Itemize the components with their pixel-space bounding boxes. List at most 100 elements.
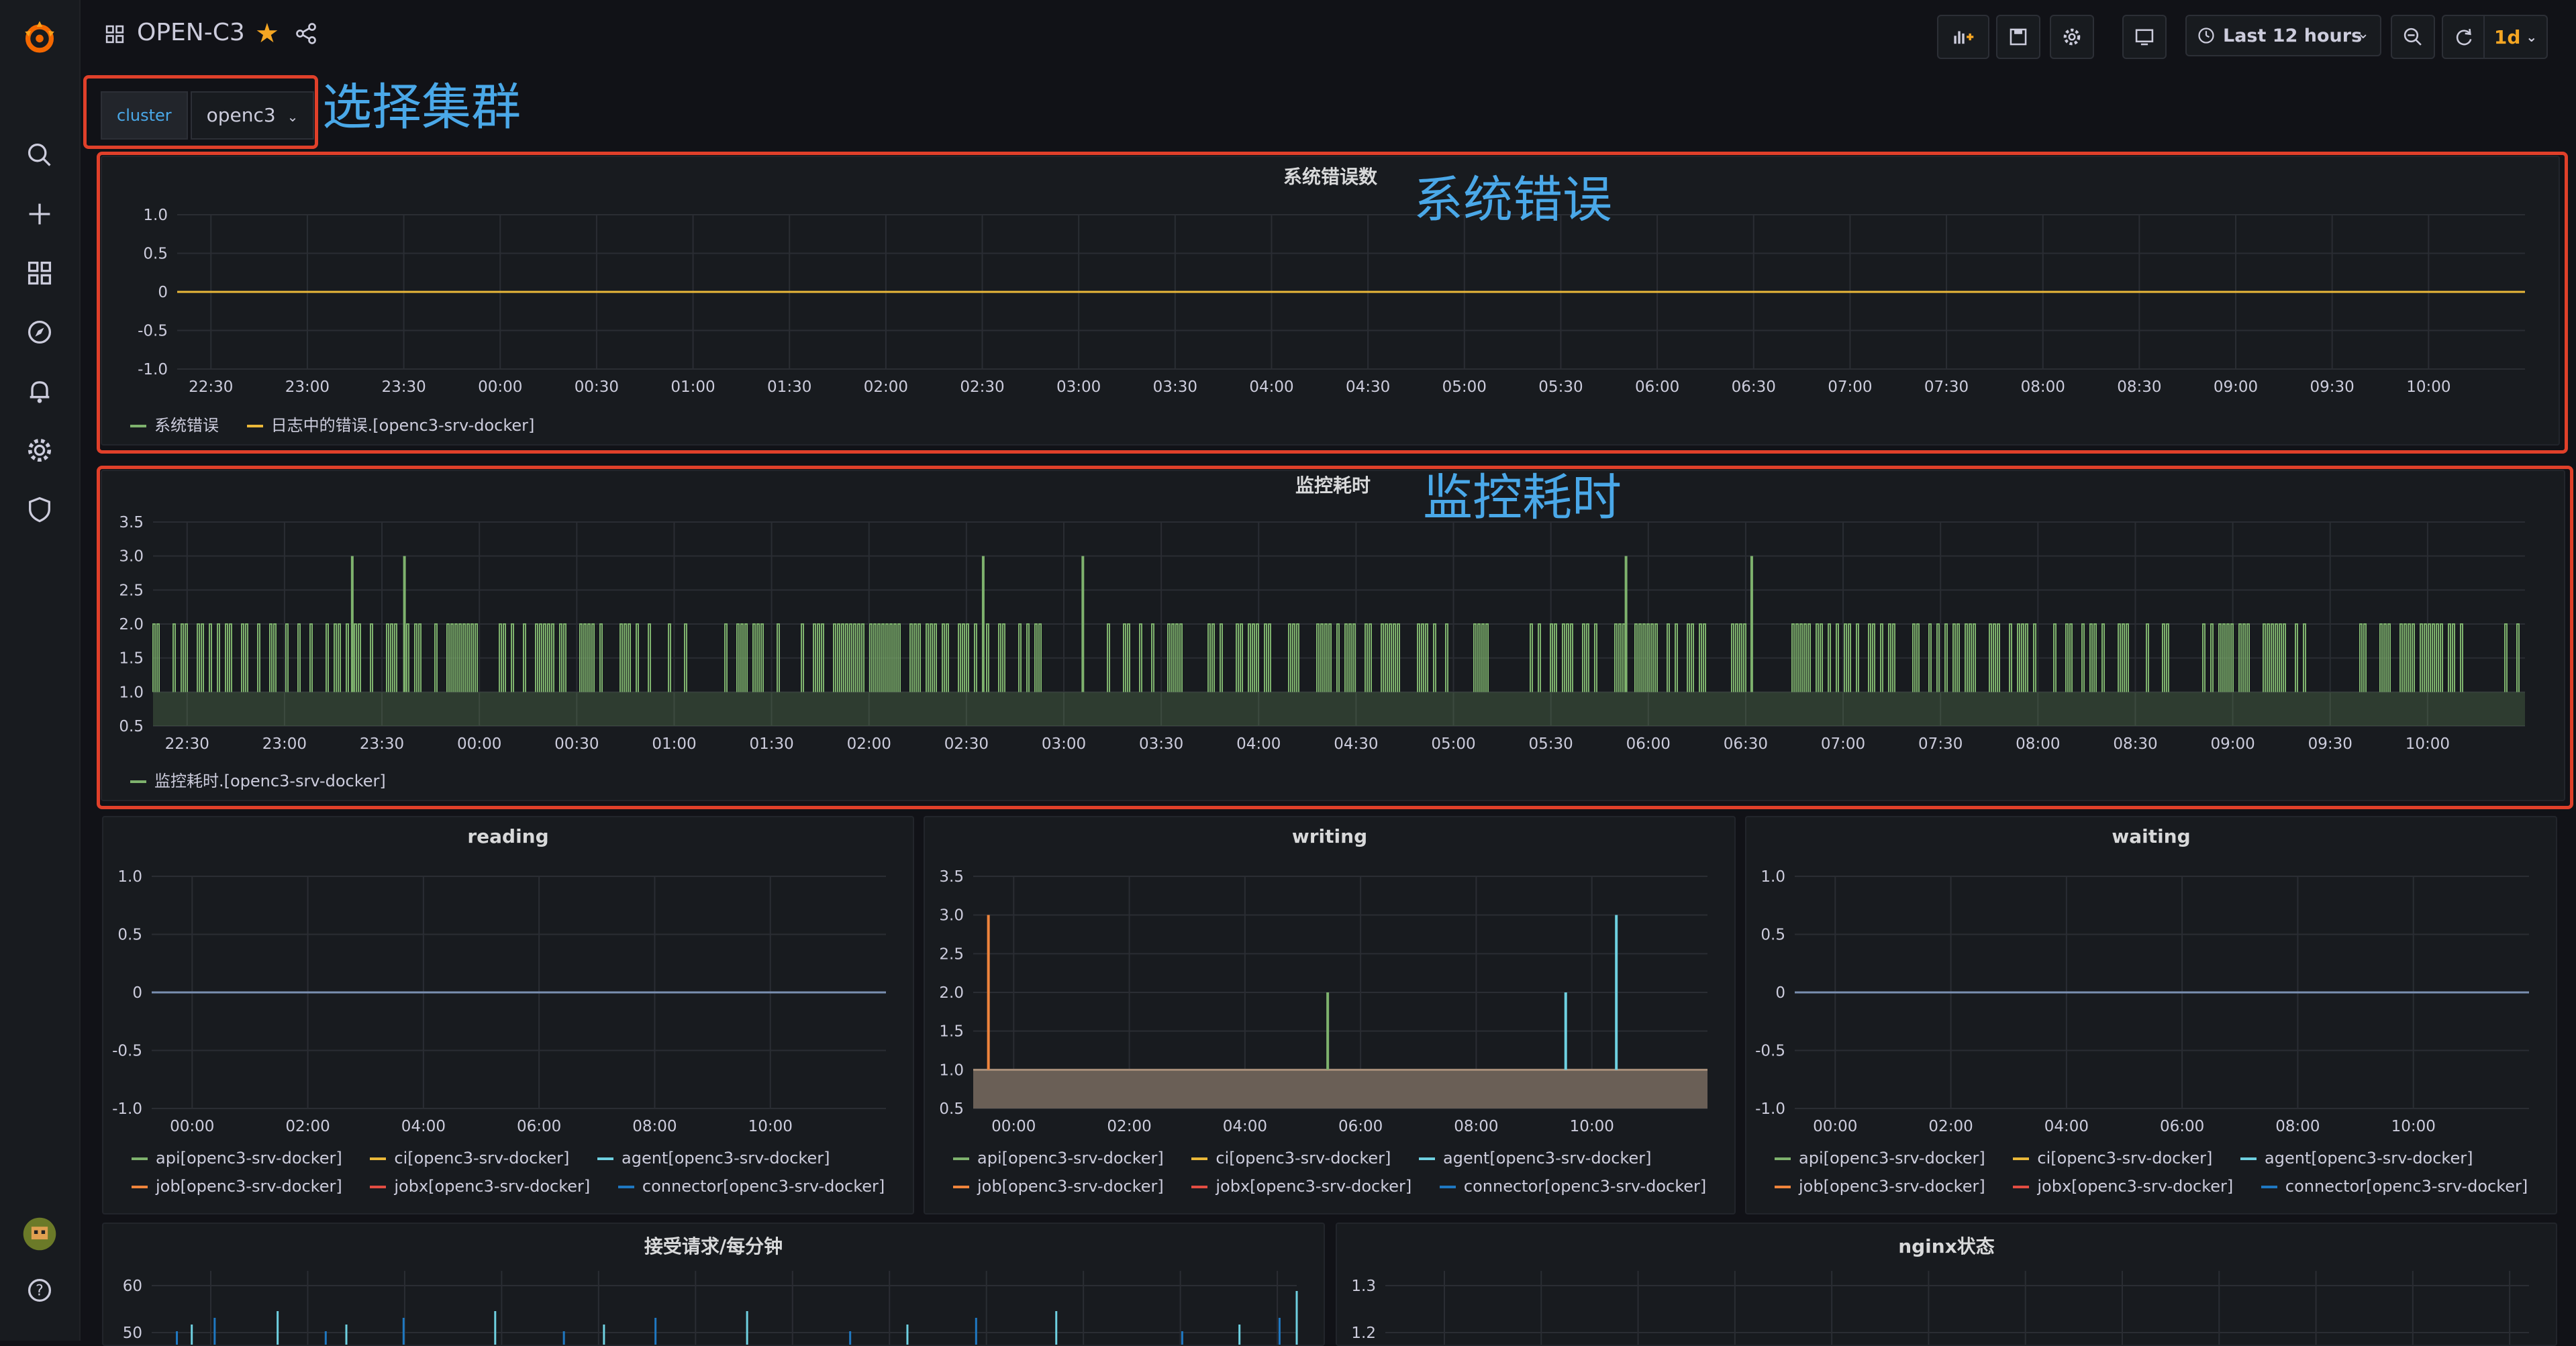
x-tick-label: 04:30 [1334, 735, 1378, 753]
legend-item[interactable]: agent[openc3-srv-docker] [597, 1149, 830, 1168]
x-tick-label: 02:00 [1107, 1118, 1151, 1135]
refresh-icon [2456, 28, 2472, 46]
legend-item[interactable]: 日志中的错误.[openc3-srv-docker] [246, 416, 534, 435]
legend-item[interactable]: job[openc3-srv-docker] [132, 1177, 342, 1196]
x-tick-label: 06:30 [1724, 735, 1768, 753]
zoom-out-button[interactable] [2391, 15, 2435, 59]
y-tick-label: 1.3 [1351, 1278, 1376, 1295]
legend-item[interactable]: api[openc3-srv-docker] [1775, 1149, 1985, 1168]
chart-legend: 监控耗时.[openc3-srv-docker] [130, 768, 409, 791]
x-tick-label: 06:00 [2160, 1118, 2204, 1135]
x-tick-label: 10:00 [2406, 735, 2450, 753]
y-tick-label: -1.0 [112, 1100, 142, 1118]
y-tick-label: 0.5 [117, 927, 142, 944]
user-avatar[interactable] [0, 1210, 79, 1257]
legend-item[interactable]: api[openc3-srv-docker] [953, 1149, 1164, 1168]
annotation-monitor-time: 监控耗时 [1423, 469, 1622, 527]
legend-item[interactable]: ci[openc3-srv-docker] [2013, 1149, 2212, 1168]
x-tick-label: 02:00 [847, 735, 891, 753]
help-icon[interactable]: ? [0, 1267, 79, 1314]
x-tick-label: 09:30 [2308, 735, 2352, 753]
x-tick-label: 10:00 [1570, 1118, 1614, 1135]
tv-mode-button[interactable] [2122, 15, 2167, 59]
y-tick-label: 2.0 [939, 984, 964, 1002]
cluster-select[interactable]: openc3 ⌄ [190, 91, 315, 140]
x-tick-label: 22:30 [165, 735, 209, 753]
time-picker[interactable]: Last 12 hours ⌄ [2185, 15, 2381, 56]
cluster-select-value: openc3 [206, 104, 276, 126]
sidebar: ? [0, 0, 81, 1341]
x-tick-label: 06:00 [1338, 1118, 1383, 1135]
legend-item[interactable]: ci[openc3-srv-docker] [370, 1149, 569, 1168]
dashboards-icon[interactable] [0, 250, 79, 297]
y-tick-label: 1.0 [143, 207, 168, 224]
grafana-logo-icon[interactable] [0, 11, 79, 64]
x-tick-label: 00:00 [170, 1118, 214, 1135]
y-tick-label: -1.0 [1755, 1100, 1785, 1118]
alerting-icon[interactable] [0, 368, 79, 415]
settings-icon [2063, 28, 2081, 46]
explore-icon[interactable] [0, 309, 79, 356]
legend-item[interactable]: agent[openc3-srv-docker] [1419, 1149, 1651, 1168]
y-tick-label: 0.5 [119, 718, 144, 735]
x-tick-label: 23:00 [262, 735, 307, 753]
x-tick-label: 22:30 [189, 378, 233, 396]
chevron-down-icon: ⌄ [287, 109, 299, 125]
y-tick-label: 1.5 [939, 1023, 964, 1041]
legend-item[interactable]: api[openc3-srv-docker] [132, 1149, 342, 1168]
legend-item[interactable]: job[openc3-srv-docker] [953, 1177, 1164, 1196]
star-icon[interactable]: ★ [255, 19, 279, 48]
search-icon[interactable] [0, 132, 79, 178]
x-tick-label: 04:00 [1236, 735, 1281, 753]
zoom-out-icon [2404, 28, 2422, 46]
settings-button[interactable] [2050, 15, 2094, 59]
legend-item[interactable]: jobx[openc3-srv-docker] [370, 1177, 590, 1196]
legend-item[interactable]: jobx[openc3-srv-docker] [1191, 1177, 1411, 1196]
y-tick-label: 3.5 [119, 514, 144, 531]
y-tick-label: 0.5 [939, 1100, 964, 1118]
x-tick-label: 01:00 [652, 735, 696, 753]
x-tick-label: 03:00 [1042, 735, 1086, 753]
save-icon [2010, 28, 2027, 46]
legend-item[interactable]: connector[openc3-srv-docker] [2261, 1177, 2528, 1196]
x-tick-label: 00:00 [457, 735, 501, 753]
x-tick-label: 05:00 [1442, 378, 1487, 396]
legend-item[interactable]: connector[openc3-srv-docker] [1439, 1177, 1706, 1196]
x-tick-label: 06:00 [517, 1118, 561, 1135]
legend-item[interactable]: job[openc3-srv-docker] [1775, 1177, 1985, 1196]
refresh-interval-picker[interactable]: 1d ⌄ [2483, 15, 2548, 59]
legend-item[interactable]: jobx[openc3-srv-docker] [2013, 1177, 2233, 1196]
x-tick-label: 07:00 [1821, 735, 1865, 753]
legend-item[interactable]: 监控耗时.[openc3-srv-docker] [130, 772, 386, 790]
legend-item[interactable]: 系统错误 [130, 416, 219, 435]
gear-icon[interactable] [0, 427, 79, 474]
shield-icon[interactable] [0, 486, 79, 533]
dashboards-icon[interactable] [103, 23, 126, 46]
dashboard-title[interactable]: OPEN-C3 [137, 19, 245, 46]
y-tick-label: 1.0 [117, 868, 142, 886]
chart-nginx-status: 1.3 1.2 [1351, 1271, 2529, 1345]
x-tick-label: 05:30 [1538, 378, 1583, 396]
series-area [973, 1070, 1707, 1108]
plus-icon[interactable] [0, 191, 79, 238]
y-tick-label: -0.5 [112, 1043, 142, 1060]
x-tick-label: 08:00 [632, 1118, 677, 1135]
refresh-button[interactable] [2442, 15, 2486, 59]
save-button[interactable] [1996, 15, 2040, 59]
x-tick-label: 08:00 [2016, 735, 2060, 753]
chart-legend: api[openc3-srv-docker] ci[openc3-srv-doc… [1775, 1149, 2495, 1168]
panel-nginx-status: nginx状态 1.3 1.2 [1336, 1223, 2557, 1346]
legend-item[interactable]: ci[openc3-srv-docker] [1191, 1149, 1391, 1168]
y-tick-label: 50 [123, 1325, 142, 1342]
x-tick-label: 04:00 [1249, 378, 1293, 396]
chart-legend: job[openc3-srv-docker] jobx[openc3-srv-d… [1775, 1177, 2550, 1196]
x-tick-label: 08:30 [2113, 735, 2157, 753]
y-tick-label: 0 [158, 284, 168, 301]
x-tick-label: 00:00 [991, 1118, 1036, 1135]
chart-requests-per-minute: 60 50 [123, 1271, 1298, 1345]
add-panel-button[interactable] [1937, 15, 1989, 59]
share-icon[interactable] [294, 21, 318, 46]
legend-item[interactable]: agent[openc3-srv-docker] [2240, 1149, 2473, 1168]
x-tick-label: 10:00 [748, 1118, 793, 1135]
legend-item[interactable]: connector[openc3-srv-docker] [617, 1177, 885, 1196]
